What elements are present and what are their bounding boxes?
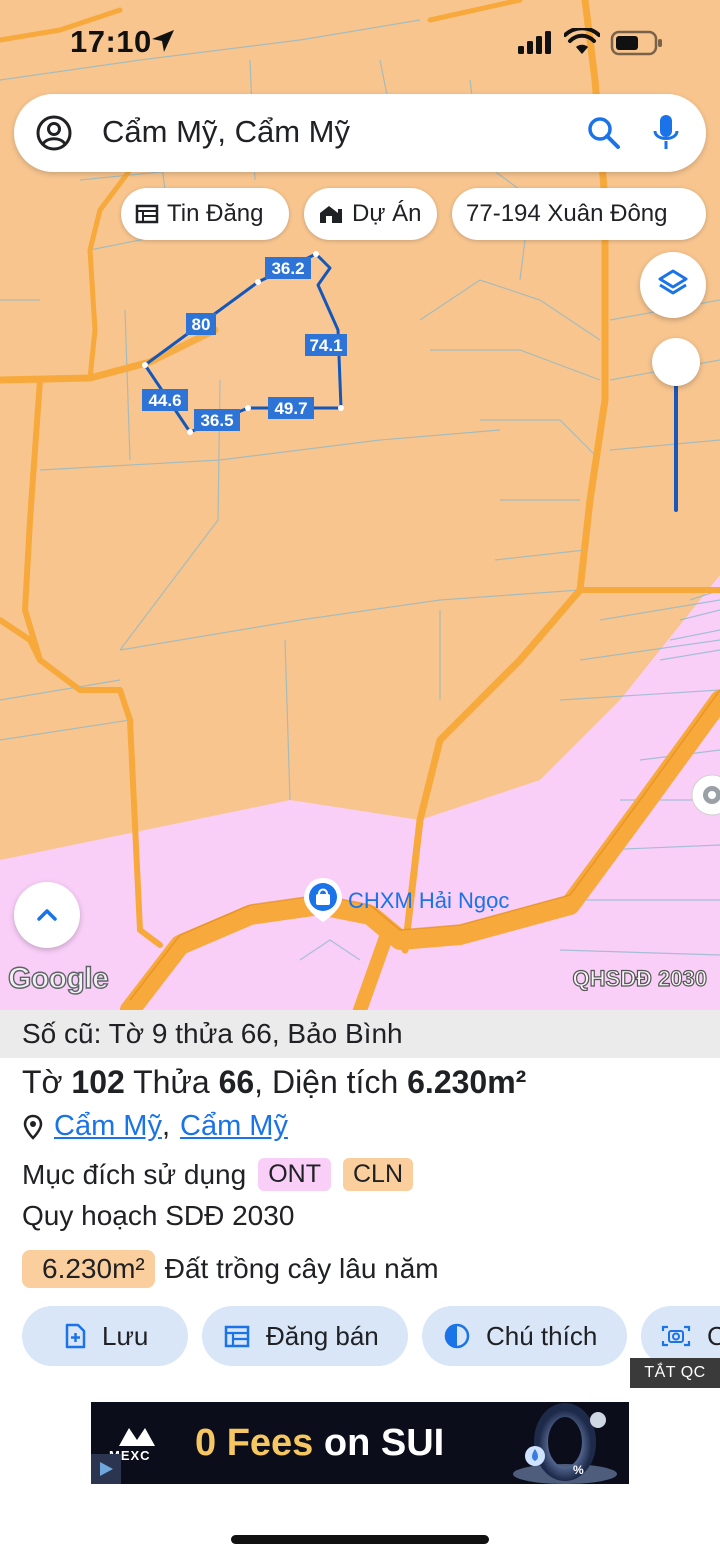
plan-land-type: Đất trồng cây lâu năm: [164, 1253, 439, 1284]
plan-area-badge: 6.230m²: [22, 1250, 155, 1288]
legend-button[interactable]: Chú thích: [422, 1306, 627, 1366]
search-bar[interactable]: Cẩm Mỹ, Cẩm Mỹ: [14, 94, 706, 172]
save-button[interactable]: Lưu: [22, 1306, 188, 1366]
layers-icon: [658, 269, 688, 295]
chip-label: Tin Đăng: [167, 200, 264, 227]
plan-area-row: 6.230m² Đất trồng cây lâu năm: [22, 1250, 439, 1288]
ad-graphic-icon: %: [513, 1403, 617, 1484]
location-row: Cẩm Mỹ , Cẩm Mỹ: [22, 1110, 288, 1143]
home-indicator[interactable]: [231, 1535, 489, 1544]
mexc-logo-icon: [119, 1428, 155, 1446]
land-purpose-row: Mục đích sử dụng ONT CLN: [22, 1158, 413, 1191]
project-icon: [320, 206, 342, 223]
ad-choices-icon[interactable]: [91, 1454, 121, 1484]
sheet-label: Tờ: [22, 1064, 63, 1100]
area-label: Diện tích: [271, 1064, 399, 1100]
layers-button[interactable]: [640, 252, 706, 318]
status-bar: 17:10: [0, 0, 720, 88]
edge-length-label: 36.2: [271, 259, 304, 278]
post-sale-button[interactable]: Đăng bán: [202, 1306, 408, 1366]
old-parcel-bar: Số cũ: Tờ 9 thửa 66, Bảo Bình: [0, 1010, 720, 1058]
chip-label: 77-194 Xuân Đông: [466, 200, 668, 227]
edge-length-label: 36.5: [200, 411, 233, 430]
battery-icon: [610, 30, 662, 56]
search-input[interactable]: Cẩm Mỹ, Cẩm Mỹ: [102, 114, 350, 150]
location-pin-icon: [23, 1114, 43, 1140]
map-view[interactable]: 36.2 80 74.1 44.6 36.5 49.7 17:10 Cẩm Mỹ…: [0, 0, 720, 1010]
screenshot-label: C: [707, 1320, 720, 1351]
expand-panel-button[interactable]: [14, 882, 80, 948]
contrast-icon: [444, 1323, 470, 1349]
chip-label: Dự Án: [352, 200, 422, 227]
legend-label: Chú thích: [486, 1320, 598, 1351]
post-sale-label: Đăng bán: [266, 1320, 379, 1351]
edge-length-label: 44.6: [148, 391, 181, 410]
old-parcel-text: Số cũ: Tờ 9 thửa 66, Bảo Bình: [22, 1018, 403, 1049]
parcel-label: Thửa: [133, 1064, 210, 1100]
chevron-up-icon: [37, 909, 57, 921]
poi-label[interactable]: CHXM Hải Ngọc: [348, 888, 509, 914]
google-logo: Google: [7, 961, 109, 995]
listing-icon: [135, 204, 159, 224]
wifi-icon: [564, 28, 600, 54]
area-value: 6.230m²: [407, 1064, 527, 1100]
save-label: Lưu: [102, 1320, 149, 1351]
ad-banner[interactable]: MEXC 0 Fees on SUI %: [91, 1402, 629, 1484]
cellular-signal-icon: [518, 31, 551, 54]
edge-length-label: 80: [192, 315, 211, 334]
search-icon[interactable]: [586, 115, 622, 151]
commune-link[interactable]: Cẩm Mỹ: [54, 1110, 162, 1143]
ad-headline: 0 Fees on SUI: [195, 1422, 444, 1465]
location-separator: ,: [161, 1110, 171, 1142]
chip-address[interactable]: 77-194 Xuân Đông: [452, 188, 706, 240]
screenshot-button[interactable]: C: [641, 1306, 720, 1366]
status-time: 17:10: [70, 24, 152, 59]
opacity-slider-handle[interactable]: [652, 338, 700, 386]
parcel-number: 66: [218, 1064, 255, 1100]
location-arrow-icon: [152, 30, 174, 52]
sheet-number: 102: [71, 1064, 125, 1100]
calendar-icon: [224, 1325, 250, 1348]
close-ads-button[interactable]: TẮT QC: [630, 1358, 720, 1388]
purpose-label: Mục đích sử dụng: [22, 1158, 247, 1190]
save-doc-icon: [65, 1323, 86, 1349]
purpose-badge-cln: CLN: [342, 1158, 413, 1191]
account-icon[interactable]: [34, 113, 74, 153]
camera-icon: [661, 1325, 691, 1347]
map-layer-label: QHSDĐ 2030: [572, 965, 708, 991]
chip-projects[interactable]: Dự Án: [304, 188, 437, 240]
district-link[interactable]: Cẩm Mỹ: [180, 1110, 288, 1143]
microphone-icon[interactable]: [651, 113, 681, 153]
edge-length-label: 74.1: [309, 336, 342, 355]
svg-text:%: %: [573, 1463, 584, 1477]
ad-headline-rest: on SUI: [313, 1422, 445, 1464]
ad-headline-highlight: 0 Fees: [195, 1422, 314, 1464]
plan-label: Quy hoạch SDĐ 2030: [22, 1200, 295, 1231]
purpose-badge-ont: ONT: [258, 1158, 331, 1191]
parcel-summary: Tờ 102 Thửa 66, Diện tích 6.230m²: [22, 1064, 527, 1100]
chip-listings[interactable]: Tin Đăng: [121, 188, 289, 240]
opacity-slider-track[interactable]: [674, 370, 678, 512]
edge-length-label: 49.7: [274, 399, 307, 418]
